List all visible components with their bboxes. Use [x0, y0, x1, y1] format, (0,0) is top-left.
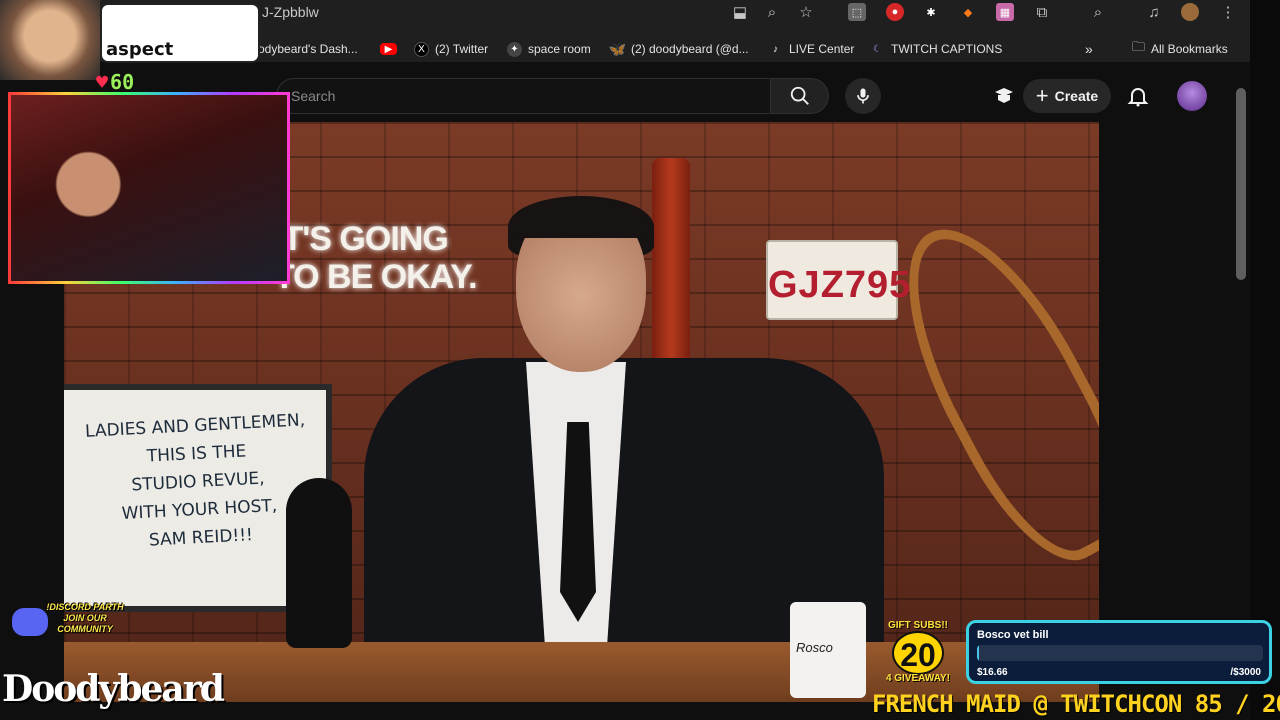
- account-avatar[interactable]: [1177, 81, 1207, 111]
- discord-badge: !DISCORD PARTH JOIN OUR COMMUNITY: [8, 600, 128, 646]
- neon-sign: IT'S GOING TO BE OKAY.: [274, 220, 478, 296]
- youtube-icon: ▶: [380, 43, 397, 55]
- lamp-prop: [652, 158, 690, 368]
- zoom-icon[interactable]: ⌕: [762, 2, 782, 22]
- extension-icon[interactable]: ✱: [922, 3, 940, 21]
- media-control-icon[interactable]: ♫: [1144, 2, 1164, 22]
- bookmark-space-room[interactable]: ✦ space room: [507, 41, 591, 57]
- goal-progress-bar: [977, 645, 1263, 661]
- window-edge: [1250, 0, 1280, 720]
- search-input[interactable]: Search: [276, 78, 771, 114]
- voice-search-button[interactable]: [845, 78, 881, 114]
- goal-current-amount: $16.66: [977, 667, 1008, 678]
- goal-target-amount: /$3000: [1230, 667, 1261, 678]
- moon-icon: ☾: [873, 43, 882, 55]
- fox-extension-icon[interactable]: ◆: [959, 3, 977, 21]
- menu-kebab-icon[interactable]: ⋮: [1218, 2, 1238, 22]
- search-button[interactable]: [771, 78, 829, 114]
- game-icon: ✦: [507, 41, 522, 57]
- search-tab-icon[interactable]: ⌕: [1088, 2, 1108, 22]
- puzzle-extensions-icon[interactable]: ⧉: [1032, 2, 1052, 22]
- streamer-webcam: [8, 92, 290, 284]
- tiktok-icon: ♪: [773, 43, 778, 55]
- channel-logo: Doodybeard: [2, 668, 225, 710]
- bluesky-icon: 🦋: [608, 40, 627, 57]
- coffee-mug: Rosco: [790, 602, 866, 698]
- snowshoe-prop: [867, 200, 1099, 584]
- license-plate: GJZ795: [766, 240, 910, 320]
- goal-ticker: FRENCH MAID @ TWITCHCON 85 / 200: [872, 690, 1280, 718]
- bookmark-twitter[interactable]: X (2) Twitter: [414, 41, 488, 57]
- goal-progress-fill: [977, 645, 979, 661]
- heart-icon: ♥: [96, 70, 109, 94]
- extension-icon[interactable]: ⬚: [848, 3, 866, 21]
- like-counter: ♥ 60: [96, 70, 135, 94]
- donation-goal: Bosco vet bill $16.66 /$3000: [966, 620, 1272, 684]
- profile-icon[interactable]: [1181, 3, 1199, 21]
- extension-icon[interactable]: ▦: [996, 3, 1014, 21]
- more-bookmarks-chevron-icon[interactable]: »: [1085, 41, 1093, 57]
- bookmark-youtube[interactable]: ▶: [380, 41, 397, 57]
- record-extension-icon[interactable]: ●: [886, 3, 904, 21]
- install-app-icon[interactable]: ⬓: [730, 2, 750, 22]
- address-bar-url[interactable]: J-Zpbblw: [262, 3, 319, 21]
- all-bookmarks-folder[interactable]: 🗀 All Bookmarks: [1132, 39, 1228, 57]
- host-hair: [514, 198, 648, 238]
- search-icon: [790, 86, 809, 105]
- bookmark-bluesky[interactable]: 🦋 (2) doodybeard (@d...: [608, 40, 749, 57]
- bookmark-tiktok-live[interactable]: ♪ LIVE Center: [768, 41, 854, 57]
- page-scrollbar[interactable]: [1236, 88, 1246, 280]
- x-icon: X: [414, 41, 429, 57]
- notifications-bell-icon[interactable]: [1126, 84, 1150, 108]
- plus-icon: +: [1035, 83, 1049, 108]
- bookmark-dashboard[interactable]: odybeard's Dash...: [258, 41, 358, 57]
- studio-microphone: [286, 478, 352, 648]
- studio-icon[interactable]: [992, 84, 1016, 108]
- chat-speech-bubble: aspect: [100, 3, 260, 63]
- streamer-face-emote: [0, 0, 100, 80]
- search-placeholder: Search: [291, 88, 336, 104]
- goal-title: Bosco vet bill: [977, 629, 1049, 641]
- gift-subs-badge: GIFT SUBS!! 20 4 GIVEAWAY!: [885, 620, 951, 684]
- microphone-icon: [857, 88, 869, 104]
- folder-icon: 🗀: [1132, 39, 1146, 54]
- create-button[interactable]: + Create: [1023, 79, 1111, 113]
- gift-count: 20: [892, 631, 944, 675]
- bookmark-star-icon[interactable]: ☆: [796, 2, 816, 22]
- bookmark-twitch-captions[interactable]: ☾ TWITCH CAPTIONS: [870, 41, 1002, 57]
